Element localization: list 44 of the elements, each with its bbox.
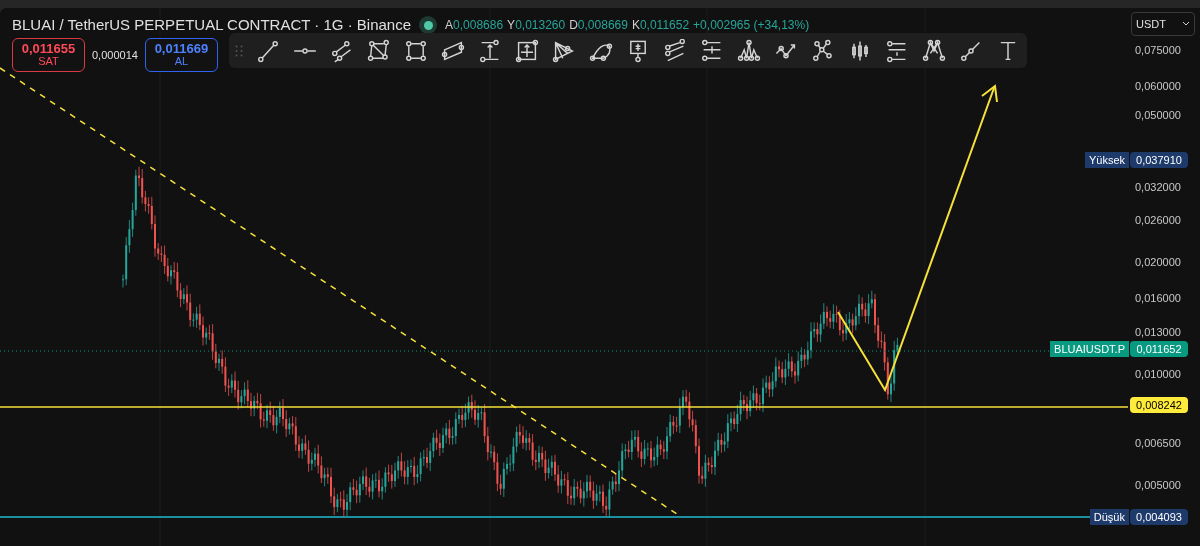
ohlc-value: 0,013260 <box>515 17 566 35</box>
caret-icon <box>1182 21 1190 27</box>
axis-label: 0,020000 <box>1135 255 1181 270</box>
crosshair-box-icon[interactable] <box>515 38 539 63</box>
ohlc-value: 0,008686 <box>453 17 504 35</box>
axis-label: 0,013000 <box>1135 324 1181 339</box>
head-shoulders-icon[interactable] <box>737 38 761 63</box>
axis-label: 0,010000 <box>1135 366 1181 381</box>
axis-label: 0,026000 <box>1135 213 1181 228</box>
axis-label: 0,005000 <box>1135 478 1181 492</box>
ohlc-key: A <box>445 16 454 35</box>
trend-line-icon[interactable] <box>256 38 280 63</box>
price-tag-label: Yüksek <box>1084 151 1129 168</box>
spread-value: 0,000014 <box>92 47 138 63</box>
ohlc-value: 0,011652 <box>639 17 690 35</box>
axis-label: 0,075000 <box>1135 43 1181 58</box>
measure-icon[interactable] <box>478 38 502 63</box>
parallel-icon[interactable] <box>330 38 354 63</box>
xabcd-icon[interactable] <box>367 38 391 63</box>
ohlc-key: D <box>569 16 578 35</box>
price-tag: 0,004093 <box>1130 509 1188 526</box>
axis-label: 0,016000 <box>1135 291 1181 306</box>
ohlc-value: 0,008669 <box>577 17 628 35</box>
ohlc-key: K <box>631 16 640 35</box>
axis-label: 0,006500 <box>1135 435 1181 450</box>
axis-label: 0,060000 <box>1135 78 1181 93</box>
channel-icon[interactable] <box>663 38 687 63</box>
axis-label: 0,032000 <box>1135 179 1181 194</box>
network-icon[interactable] <box>811 38 835 63</box>
chart-title: BLUAI / TetherUS PERPETUAL CONTRACT · 1G · Binance <box>12 15 412 35</box>
buy-button[interactable]: 0,011669 AL <box>144 38 218 72</box>
sell-button[interactable]: 0,011655 SAT <box>12 38 85 72</box>
change-value: +0,002965 (+34,13%) <box>693 17 810 35</box>
price-tag: 0,037910 <box>1130 151 1188 168</box>
rectangle-icon[interactable] <box>404 38 428 63</box>
price-tag: 0,008242 <box>1130 396 1188 413</box>
price-tag: 0,011652 <box>1130 341 1188 358</box>
ohlc-key: Y <box>507 16 516 35</box>
axis-label: 0,050000 <box>1135 108 1181 123</box>
currency-dropdown[interactable]: USDT <box>1131 12 1195 36</box>
drag-handle-icon[interactable] <box>235 44 243 57</box>
price-tag-label: Düşük <box>1089 509 1129 526</box>
price-tag-label: BLUAIUSDT.P <box>1050 341 1129 358</box>
pattern-icon[interactable] <box>922 38 946 63</box>
